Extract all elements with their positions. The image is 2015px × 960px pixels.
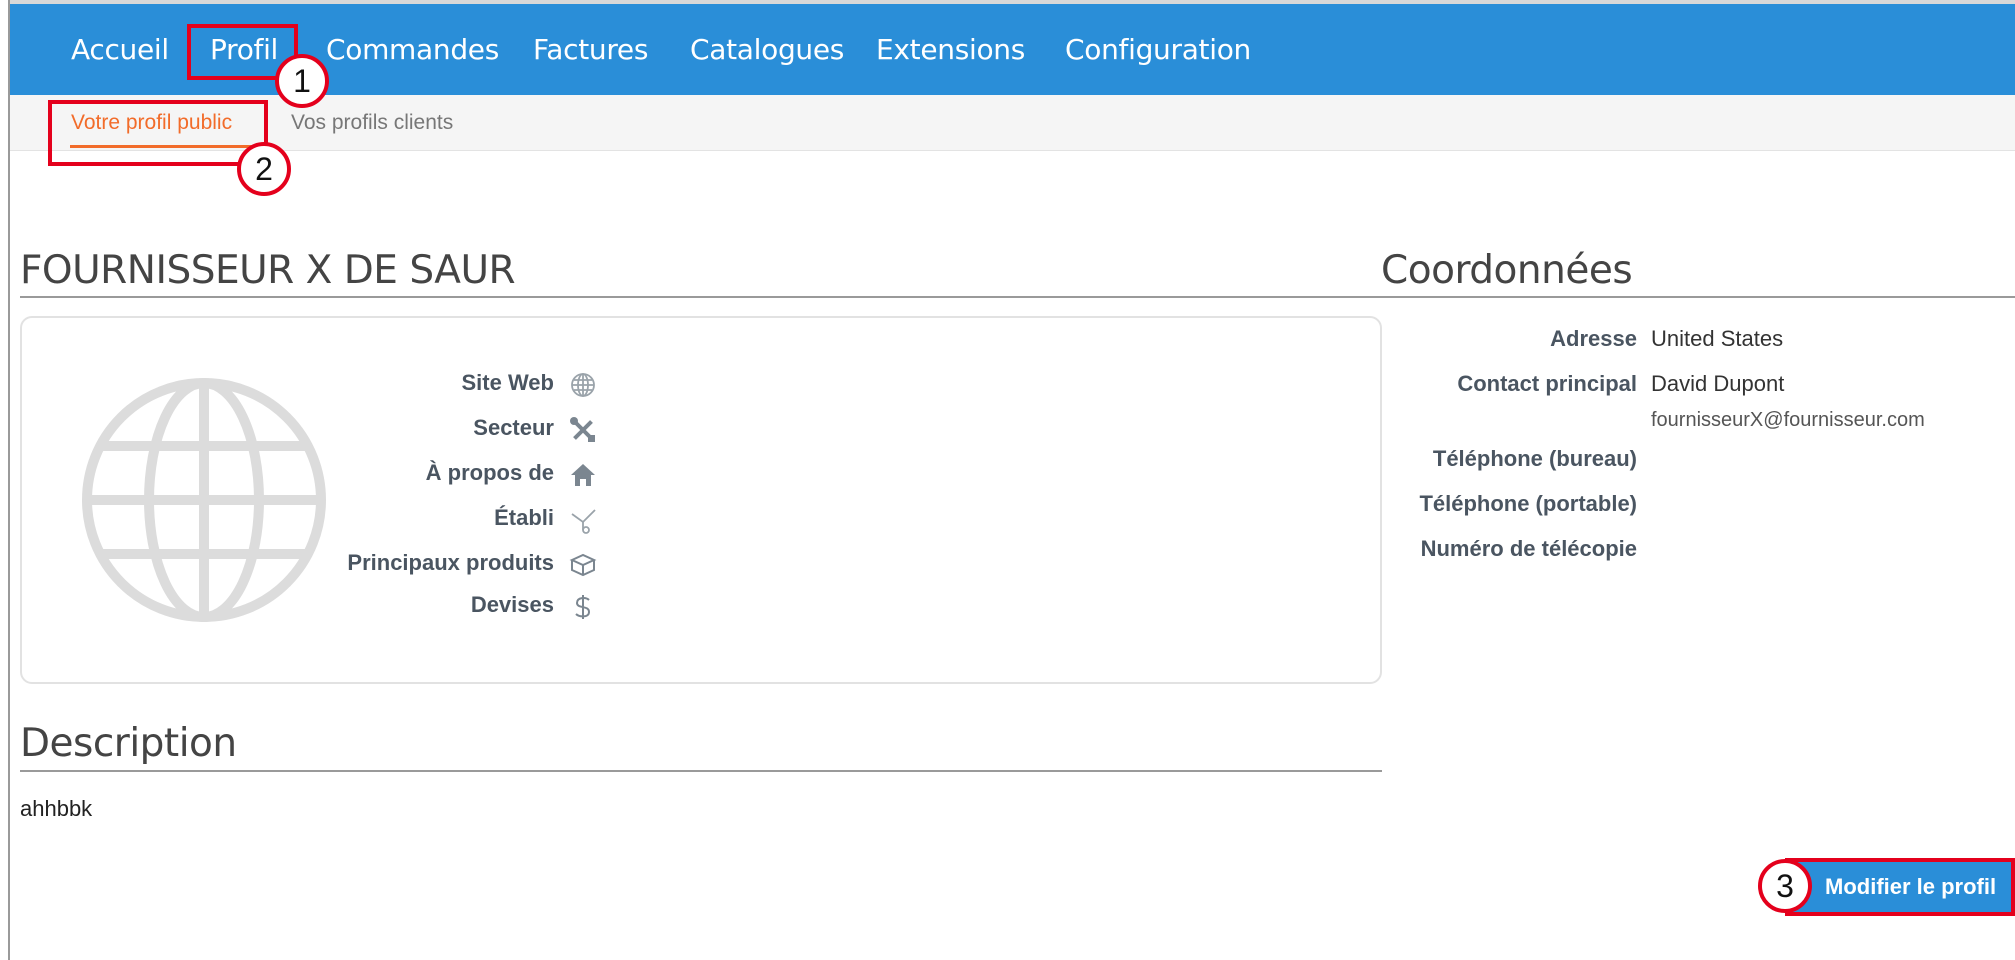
profile-card: [20, 316, 1382, 684]
company-heading-divider: [20, 296, 1382, 298]
adresse-value: United States: [1651, 326, 1784, 351]
annotation-marker-1: 1: [275, 54, 329, 108]
company-name-heading: FOURNISSEUR X DE SAUR: [20, 248, 516, 293]
annotation-marker-3: 3: [1758, 859, 1812, 913]
site-web-label: Site Web: [461, 370, 554, 395]
company-logo-globe-icon: [82, 378, 326, 622]
coordonnees-heading: Coordonnées: [1381, 248, 1633, 293]
nav-catalogues[interactable]: Catalogues: [690, 4, 844, 95]
description-text: ahhbbk: [20, 796, 93, 821]
nav-factures[interactable]: Factures: [533, 4, 648, 95]
contact-email: fournisseurX@fournisseur.com: [1651, 409, 1925, 431]
boxes-icon: [569, 553, 597, 577]
annotation-box-modifier: [1785, 858, 2015, 916]
annotation-marker-2: 2: [237, 142, 291, 196]
nav-configuration[interactable]: Configuration: [1065, 4, 1251, 95]
a-propos-label: À propos de: [425, 460, 554, 485]
devises-label: Devises: [470, 592, 554, 617]
etabli-label: Établi: [494, 505, 554, 530]
nav-commandes[interactable]: Commandes: [326, 4, 499, 95]
contact-principal-value: David Dupont: [1651, 371, 1785, 396]
nav-extensions[interactable]: Extensions: [876, 4, 1025, 95]
coordonnees-divider: [1381, 296, 2015, 298]
annotation-box-profil-public: [48, 100, 268, 166]
home-icon: [571, 464, 595, 486]
contact-principal-label: Contact principal: [1457, 371, 1637, 396]
adresse-label: Adresse: [1550, 326, 1637, 351]
established-icon: [571, 509, 596, 534]
dollar-icon: [575, 595, 591, 619]
globe-icon: [571, 373, 595, 397]
telephone-bureau-label: Téléphone (bureau): [1432, 446, 1637, 471]
description-heading: Description: [20, 721, 237, 766]
nav-accueil[interactable]: Accueil: [71, 4, 169, 95]
telecopie-label: Numéro de télécopie: [1420, 536, 1637, 561]
telephone-portable-label: Téléphone (portable): [1419, 491, 1637, 516]
principaux-produits-label: Principaux produits: [347, 550, 554, 575]
secteur-label: Secteur: [473, 415, 554, 440]
tools-icon: [570, 417, 595, 442]
description-divider: [20, 770, 1382, 772]
